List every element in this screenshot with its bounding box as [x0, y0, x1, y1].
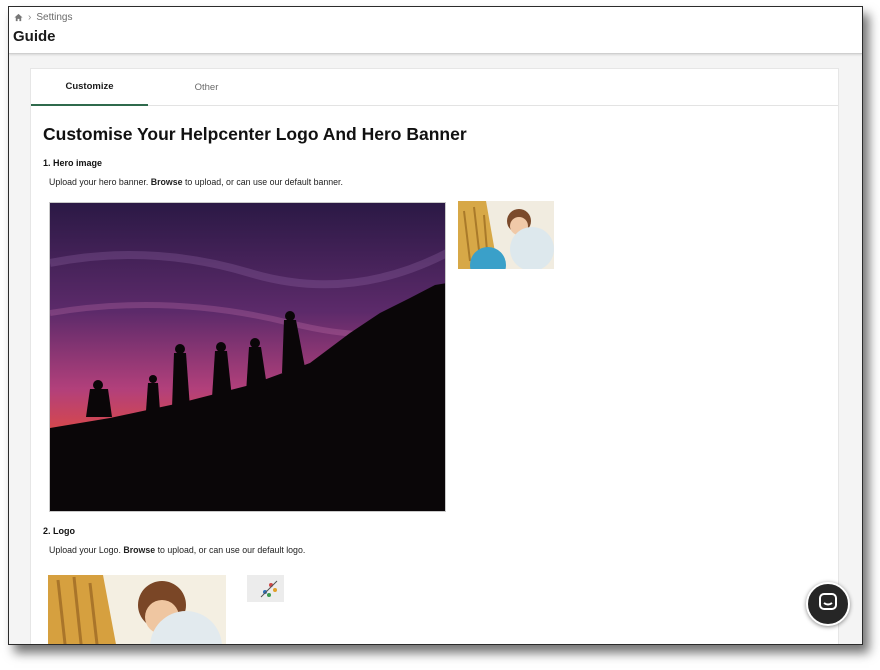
- home-icon[interactable]: [14, 13, 23, 22]
- hero-desc-text: Upload your hero banner.: [49, 177, 149, 187]
- settings-card: Customize Other Customise Your Helpcente…: [30, 68, 839, 644]
- tab-bar: Customize Other: [31, 69, 838, 106]
- tab-customize[interactable]: Customize: [31, 69, 148, 106]
- breadcrumb: › Settings: [14, 12, 72, 23]
- chat-icon: [817, 591, 839, 618]
- hero-banner-image[interactable]: [49, 202, 446, 512]
- breadcrumb-settings[interactable]: Settings: [36, 12, 72, 23]
- logo-description: Upload your Logo. Browse to upload, or c…: [49, 545, 305, 555]
- app-window: › Settings Guide Customize Other Customi…: [8, 6, 863, 645]
- page-title: Guide: [13, 28, 56, 45]
- hero-desc-text-end: to upload, or can use our default banner…: [184, 177, 343, 187]
- hero-image-label: 1. Hero image: [43, 158, 103, 168]
- tab-other[interactable]: Other: [148, 69, 265, 106]
- logo-browse-link[interactable]: Browse: [123, 545, 155, 555]
- logo-desc-text-end: to upload, or can use our default logo.: [157, 545, 306, 555]
- top-header: › Settings Guide: [9, 7, 862, 54]
- logo-desc-text: Upload your Logo.: [49, 545, 121, 555]
- logo-label: 2. Logo: [43, 526, 75, 536]
- hero-description: Upload your hero banner. Browse to uploa…: [49, 177, 343, 187]
- chat-button[interactable]: [806, 582, 850, 626]
- hero-browse-link[interactable]: Browse: [151, 177, 183, 187]
- breadcrumb-separator: ›: [28, 12, 32, 23]
- default-logo-thumbnail[interactable]: [247, 575, 284, 602]
- default-hero-thumbnail[interactable]: [458, 201, 554, 269]
- section-heading: Customise Your Helpcenter Logo And Hero …: [43, 124, 467, 144]
- logo-image[interactable]: [48, 575, 226, 644]
